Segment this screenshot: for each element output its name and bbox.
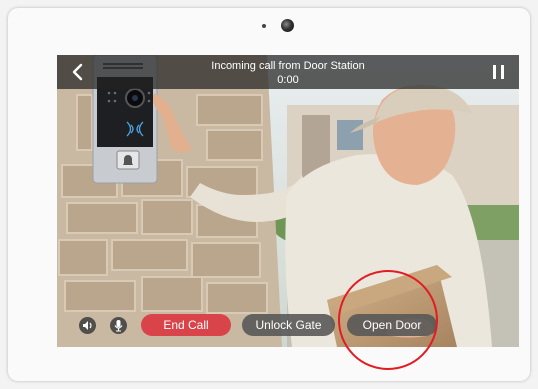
- pause-icon[interactable]: [491, 64, 507, 80]
- microphone-icon: [114, 320, 123, 332]
- end-call-button[interactable]: End Call: [141, 314, 231, 336]
- call-title: Incoming call from Door Station: [211, 60, 365, 72]
- call-header-bar: Incoming call from Door Station 0:00: [57, 55, 519, 89]
- open-door-button[interactable]: Open Door: [347, 314, 437, 336]
- sensor-dot: [262, 24, 266, 28]
- call-timer: 0:00: [277, 74, 299, 86]
- mute-microphone-button[interactable]: [110, 317, 127, 334]
- front-camera: [281, 19, 294, 32]
- unlock-gate-button[interactable]: Unlock Gate: [242, 314, 335, 336]
- speaker-button[interactable]: [79, 317, 96, 334]
- video-call-screen: Incoming call from Door Station 0:00 End…: [57, 55, 519, 347]
- door-camera-video-feed: [57, 55, 519, 347]
- speaker-icon: [83, 321, 92, 330]
